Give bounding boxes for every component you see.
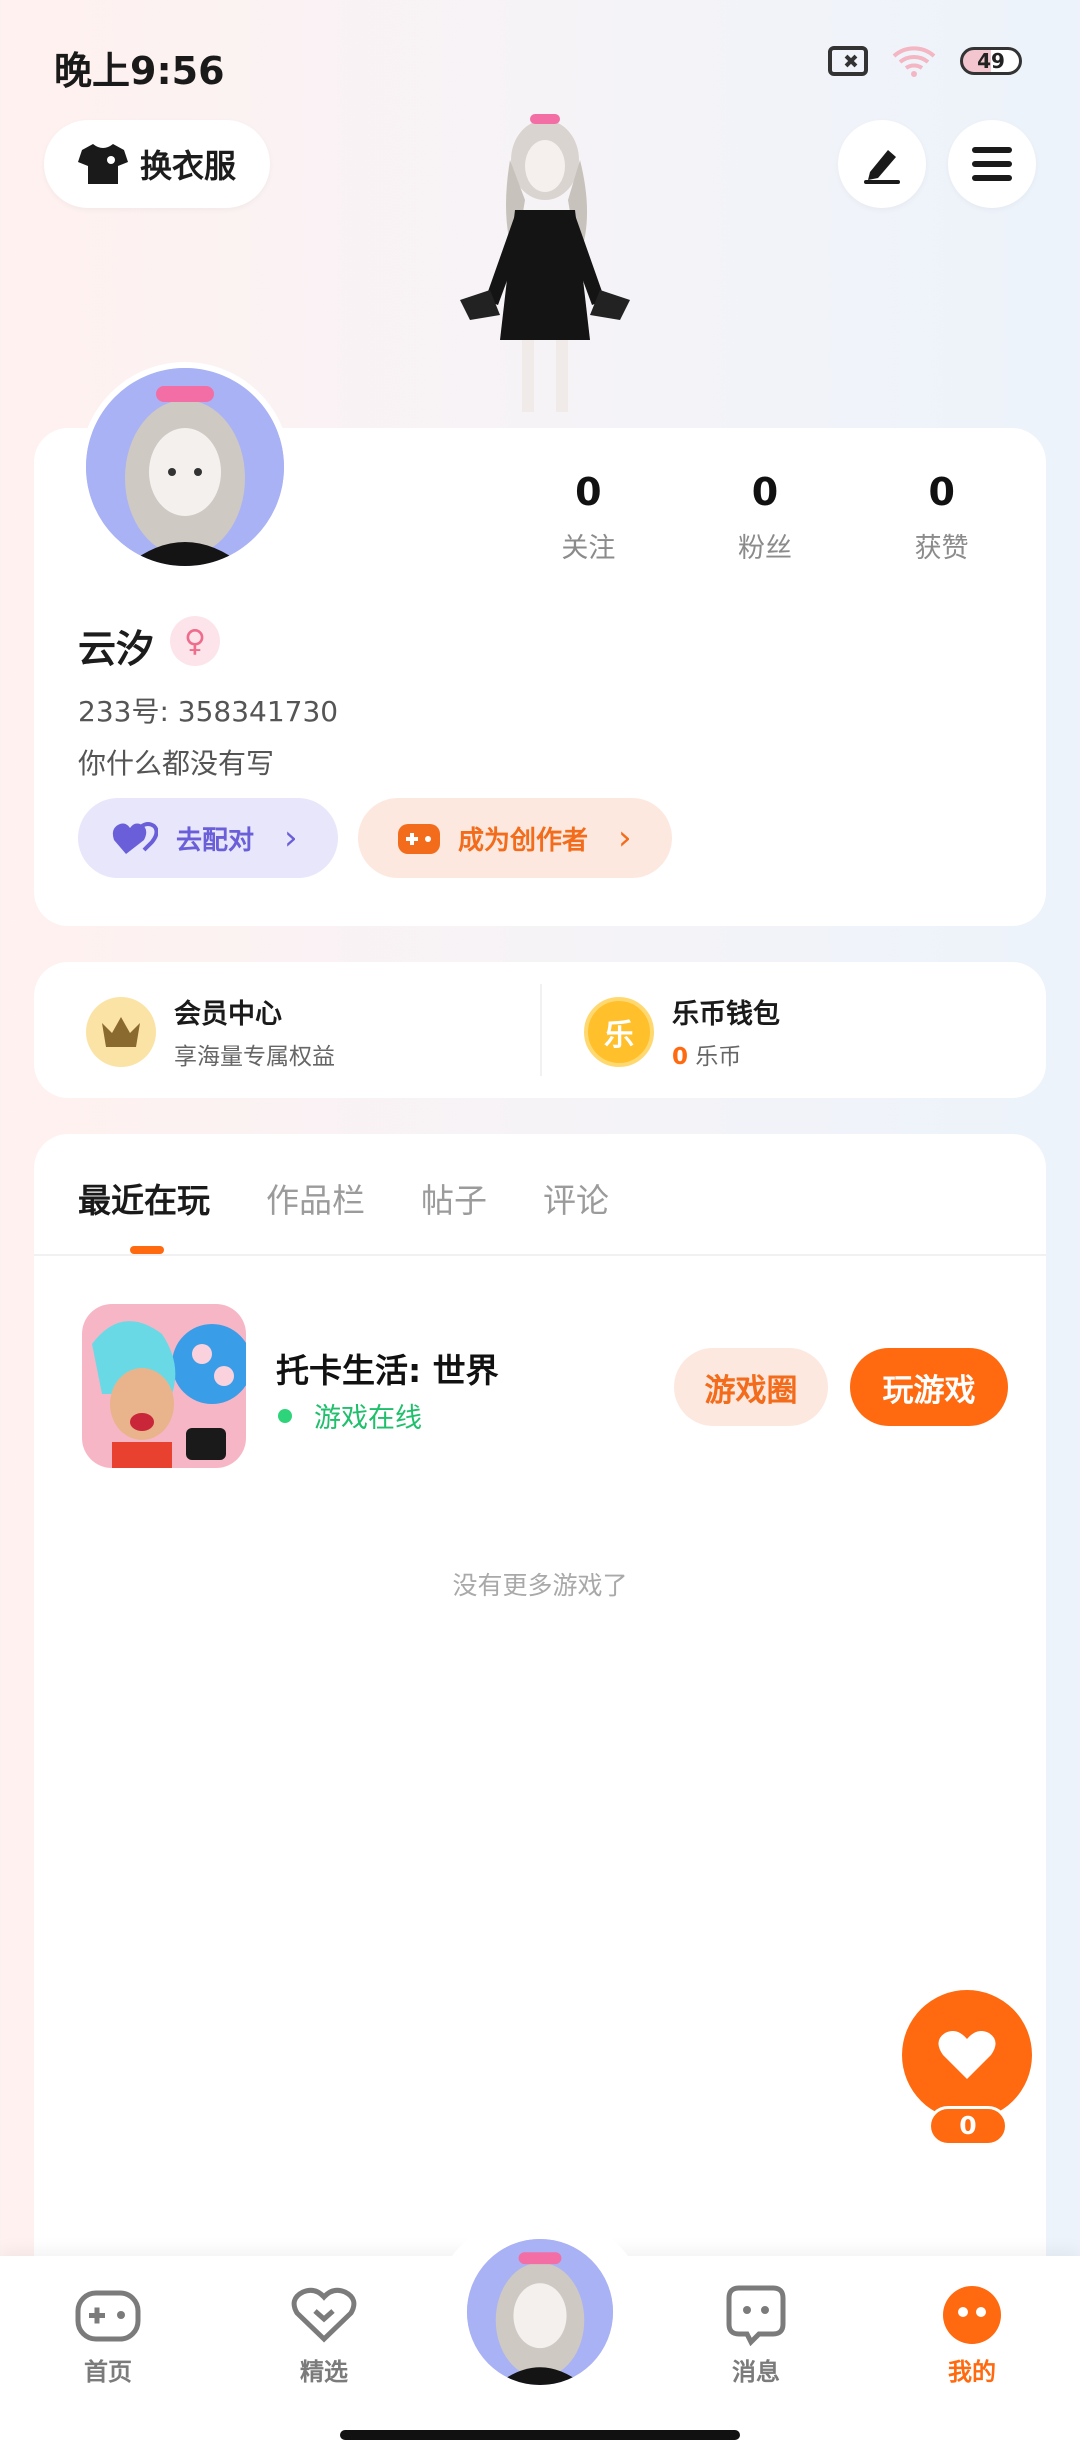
match-button[interactable]: 去配对 › <box>78 798 338 878</box>
nav-label: 消息 <box>732 2358 780 2386</box>
wallet-entry[interactable]: 乐 乐币钱包 0 乐币 <box>584 992 780 1071</box>
battery-indicator: 49 <box>960 47 1022 75</box>
character-figure[interactable] <box>430 100 660 430</box>
no-more-games-text: 没有更多游戏了 <box>452 1571 628 1600</box>
stat-following[interactable]: 0 关注 <box>500 470 677 570</box>
like-fab-button[interactable] <box>902 1990 1032 2120</box>
gamepad-icon <box>73 2282 143 2348</box>
vip-center-entry[interactable]: 会员中心 享海量专属权益 <box>86 992 335 1071</box>
menu-button[interactable] <box>948 120 1036 208</box>
home-indicator <box>340 2430 740 2440</box>
status-icons: 49 <box>828 44 1022 78</box>
stat-value: 0 <box>575 470 602 514</box>
crown-icon <box>86 996 156 1067</box>
game-icon[interactable] <box>82 1304 246 1468</box>
stat-followers[interactable]: 0 粉丝 <box>677 470 854 570</box>
become-creator-button[interactable]: 成为创作者 › <box>358 798 672 878</box>
wallet-unit: 乐币 <box>695 1044 742 1070</box>
stat-label: 获赞 <box>914 533 969 564</box>
divider <box>540 984 542 1076</box>
game-title[interactable]: 托卡生活: 世界 <box>276 1344 499 1392</box>
avatar-image <box>86 368 284 566</box>
tab-recent-play[interactable]: 最近在玩 <box>78 1174 210 1222</box>
nav-me[interactable]: 我的 <box>902 2282 1042 2387</box>
creator-label: 成为创作者 <box>458 825 589 856</box>
game-online-status: 游戏在线 <box>278 1396 422 1435</box>
wallet-amount: 0 <box>672 1044 689 1070</box>
tshirt-icon <box>77 144 128 184</box>
play-game-button[interactable]: 玩游戏 <box>850 1348 1008 1426</box>
tab-comments[interactable]: 评论 <box>543 1174 609 1222</box>
like-count-badge: 0 <box>928 2106 1008 2146</box>
quick-entry-card: 会员中心 享海量专属权益 乐 乐币钱包 0 乐币 <box>34 962 1046 1098</box>
nav-center-avatar[interactable] <box>462 2234 618 2390</box>
pen-icon <box>864 150 900 184</box>
chevron-right-icon: › <box>284 818 298 858</box>
female-gender-icon: ♀ <box>170 616 220 666</box>
tabs-divider <box>34 1254 1046 1256</box>
coin-icon: 乐 <box>584 996 654 1067</box>
double-heart-icon <box>112 822 158 854</box>
heart-icon <box>938 2031 996 2079</box>
gamepad-plus-icon <box>398 824 440 854</box>
avatar-image <box>467 2239 613 2385</box>
nav-label: 我的 <box>948 2358 996 2386</box>
tab-posts[interactable]: 帖子 <box>421 1174 487 1222</box>
chevron-right-icon: › <box>618 818 632 858</box>
nav-featured[interactable]: 精选 <box>254 2282 394 2387</box>
game-circle-button[interactable]: 游戏圈 <box>674 1348 828 1426</box>
hamburger-menu-icon <box>972 147 1012 181</box>
nav-messages[interactable]: 消息 <box>686 2282 826 2387</box>
nav-label: 精选 <box>300 2358 348 2386</box>
stat-value: 0 <box>751 470 779 514</box>
nav-home[interactable]: 首页 <box>38 2282 178 2387</box>
no-sim-icon <box>828 46 868 76</box>
change-outfit-button[interactable]: 换衣服 <box>44 120 270 208</box>
stat-label: 关注 <box>561 533 616 564</box>
change-outfit-label: 换衣服 <box>139 147 236 185</box>
profile-face-icon <box>937 2282 1007 2348</box>
featured-heart-icon <box>289 2282 359 2348</box>
tab-works[interactable]: 作品栏 <box>266 1174 365 1222</box>
online-label: 游戏在线 <box>314 1403 422 1434</box>
edit-profile-button[interactable] <box>838 120 926 208</box>
nav-label: 首页 <box>84 2358 132 2386</box>
stat-likes[interactable]: 0 获赞 <box>853 470 1030 570</box>
wifi-icon <box>892 46 936 77</box>
wallet-balance: 0 乐币 <box>672 1037 780 1071</box>
stat-value: 0 <box>928 470 955 514</box>
vip-subtitle: 享海量专属权益 <box>174 1044 335 1070</box>
profile-avatar[interactable] <box>80 362 290 572</box>
stat-label: 粉丝 <box>738 533 792 564</box>
profile-stats: 0 关注 0 粉丝 0 获赞 <box>500 470 1030 570</box>
online-dot-icon <box>278 1408 292 1423</box>
profile-bio[interactable]: 你什么都没有写 <box>78 742 274 782</box>
user-id[interactable]: 233号: 358341730 <box>78 690 338 730</box>
message-icon <box>721 2282 791 2348</box>
profile-tabs: 最近在玩 作品栏 帖子 评论 <box>78 1174 609 1222</box>
match-label: 去配对 <box>176 825 255 856</box>
active-tab-indicator <box>130 1246 164 1254</box>
profile-name: 云汐 <box>78 627 155 671</box>
vip-title: 会员中心 <box>174 999 282 1030</box>
status-time: 晚上9:56 <box>54 49 225 93</box>
wallet-title: 乐币钱包 <box>672 999 780 1030</box>
